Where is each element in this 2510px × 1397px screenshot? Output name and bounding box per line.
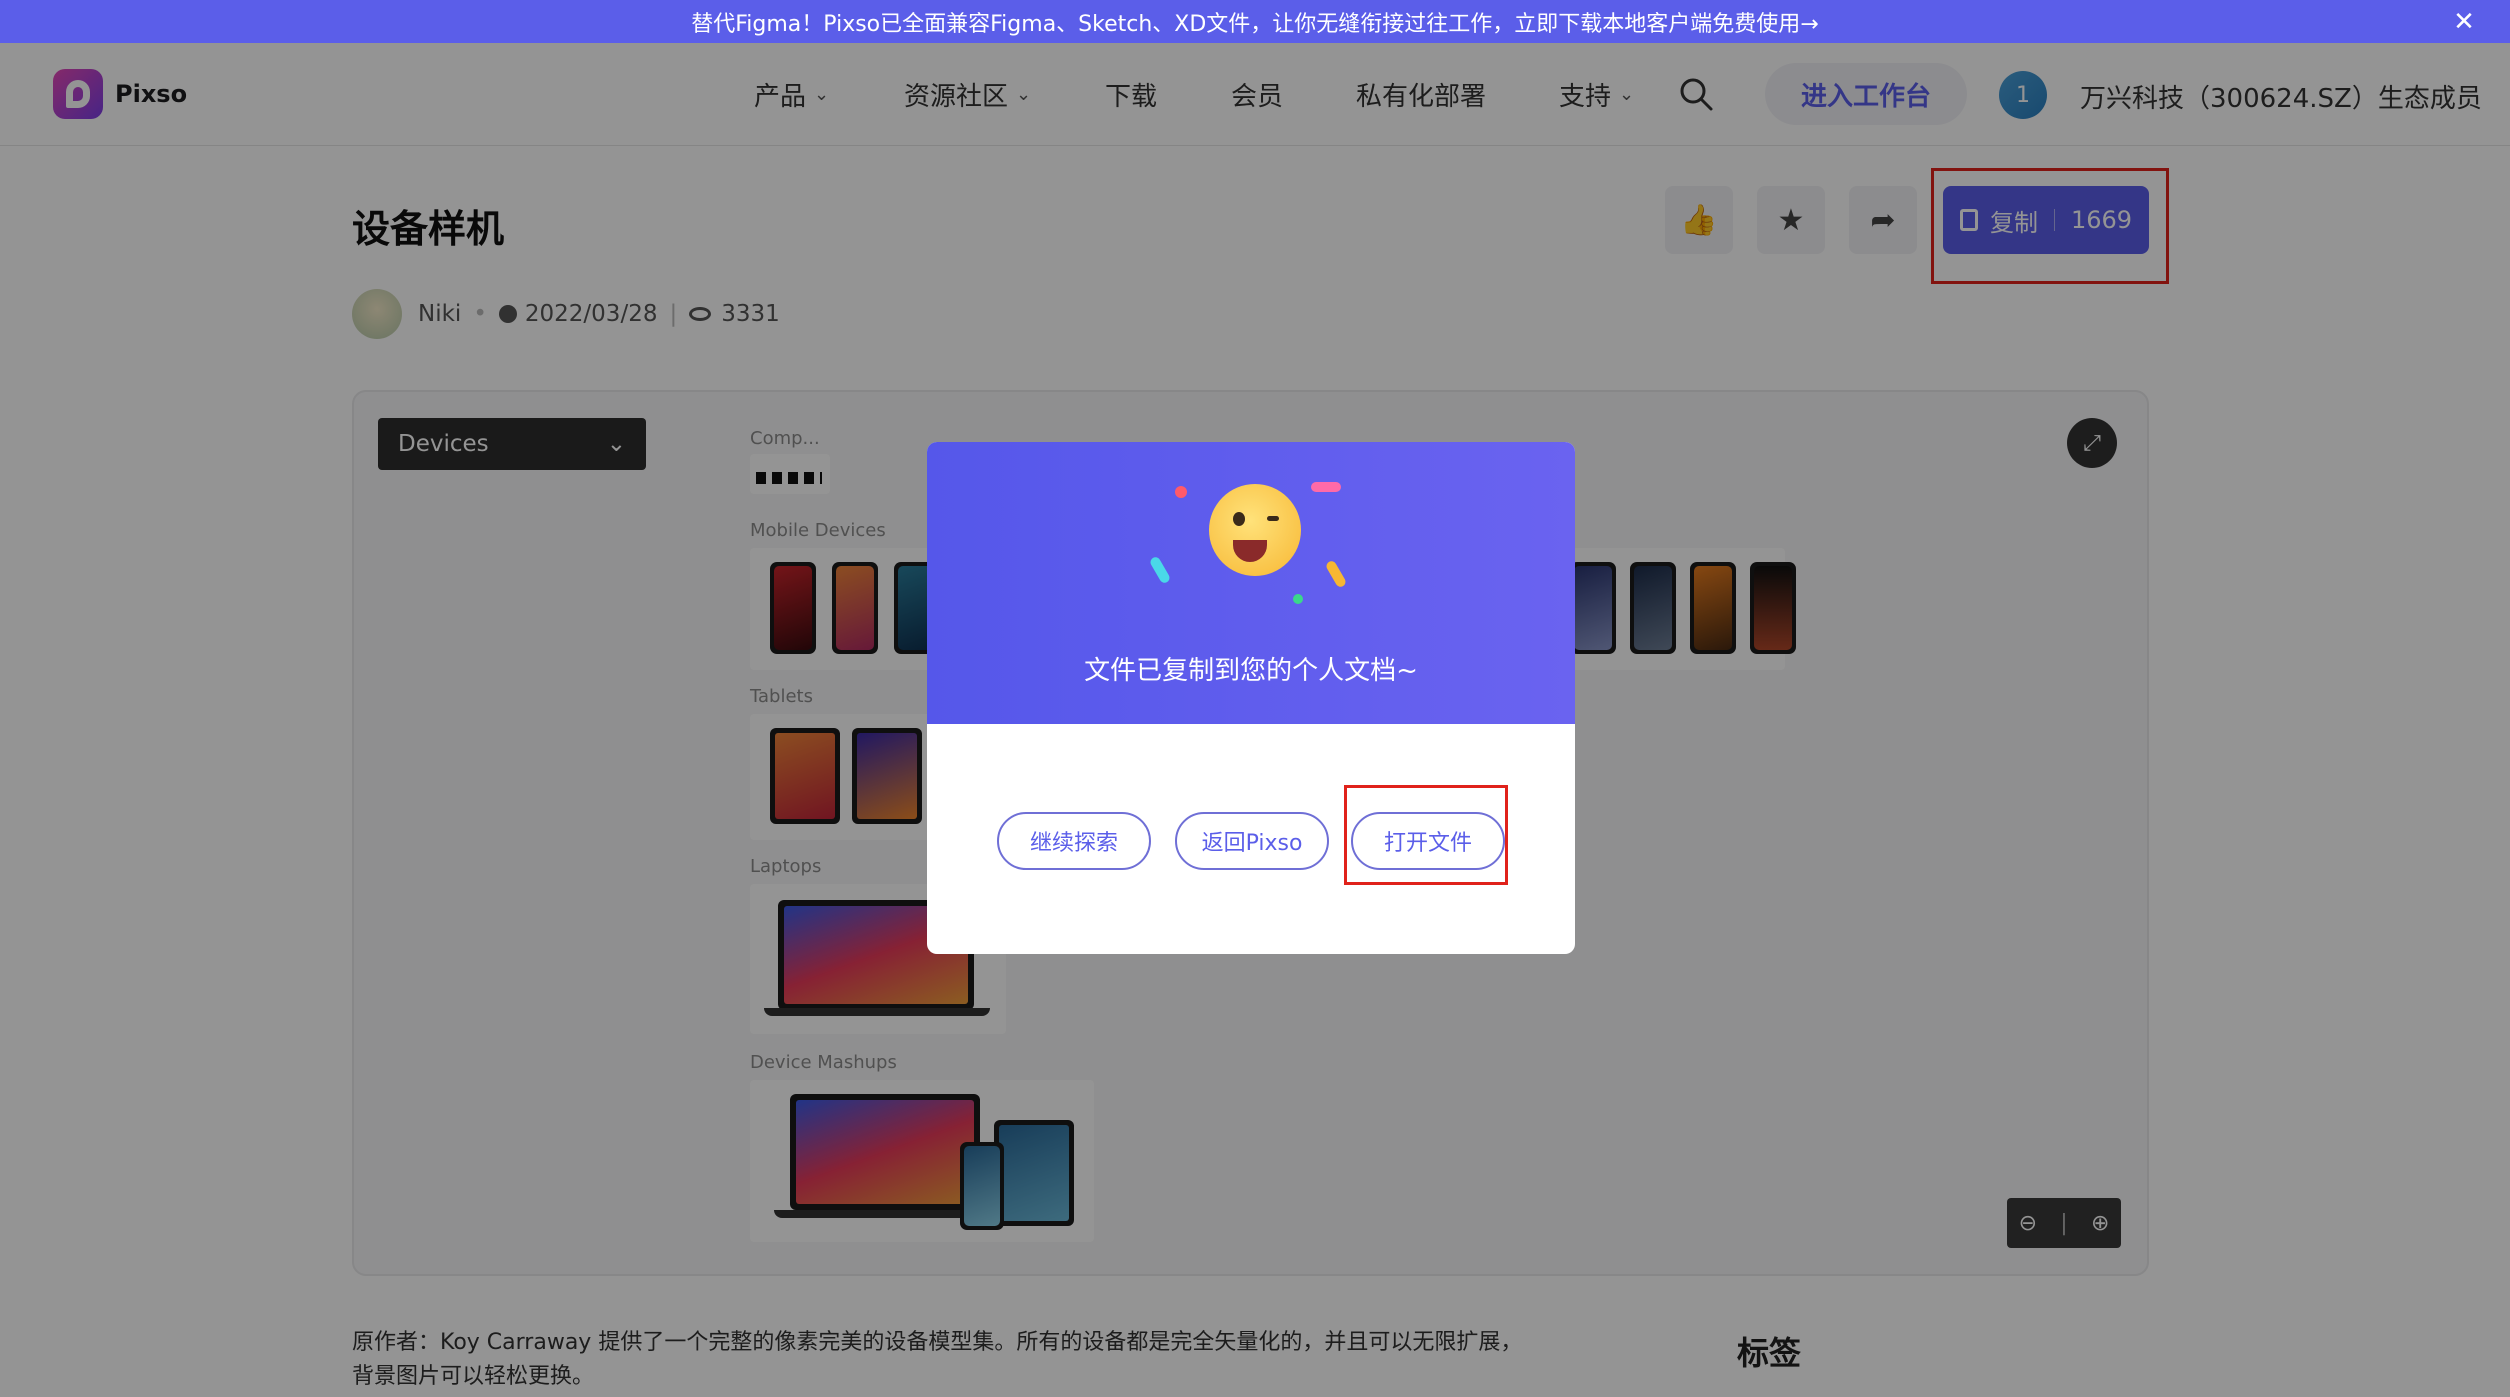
continue-explore-button[interactable]: 继续探索 bbox=[997, 812, 1151, 870]
modal-message: 文件已复制到您的个人文档~ bbox=[1084, 656, 1418, 686]
confetti bbox=[1311, 482, 1341, 492]
top-banner[interactable]: 替代Figma！Pixso已全面兼容Figma、Sketch、XD文件，让你无缝… bbox=[0, 0, 2510, 43]
confetti bbox=[1148, 555, 1172, 585]
highlight-box bbox=[1344, 785, 1508, 885]
close-icon[interactable]: ✕ bbox=[2450, 8, 2478, 36]
confetti bbox=[1293, 594, 1303, 604]
back-to-pixso-button[interactable]: 返回Pixso bbox=[1175, 812, 1329, 870]
confetti bbox=[1175, 486, 1187, 498]
banner-text[interactable]: 替代Figma！Pixso已全面兼容Figma、Sketch、XD文件，让你无缝… bbox=[691, 6, 1819, 38]
modal-header: 文件已复制到您的个人文档~ bbox=[927, 442, 1575, 724]
wink-emoji-icon bbox=[1209, 484, 1301, 576]
confetti bbox=[1324, 559, 1348, 589]
